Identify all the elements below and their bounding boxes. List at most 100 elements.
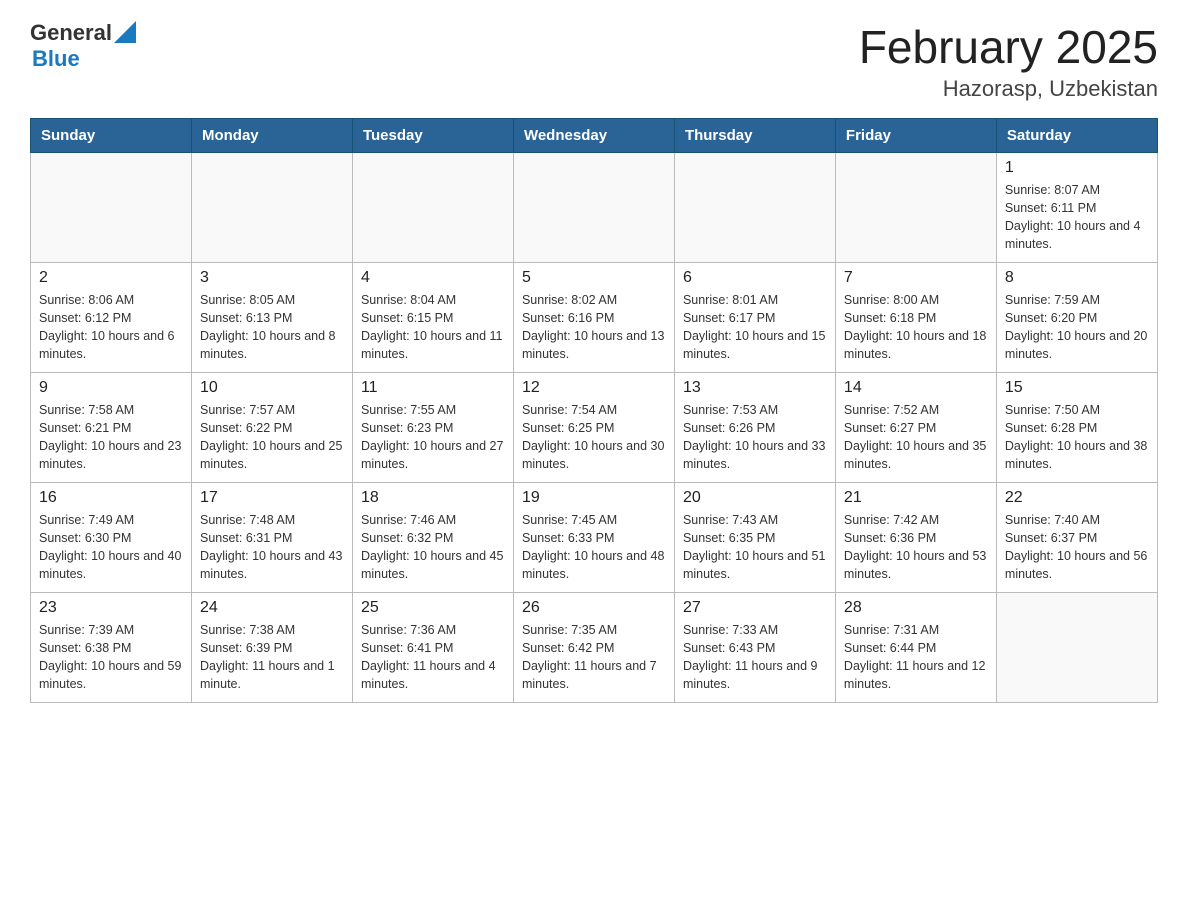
day-info: Sunrise: 8:05 AMSunset: 6:13 PMDaylight:… bbox=[200, 291, 344, 364]
day-info: Sunrise: 8:01 AMSunset: 6:17 PMDaylight:… bbox=[683, 291, 827, 364]
day-number: 16 bbox=[39, 489, 183, 507]
day-number: 15 bbox=[1005, 379, 1149, 397]
calendar-header-row: SundayMondayTuesdayWednesdayThursdayFrid… bbox=[31, 119, 1158, 153]
day-info: Sunrise: 7:31 AMSunset: 6:44 PMDaylight:… bbox=[844, 621, 988, 694]
calendar-cell: 28Sunrise: 7:31 AMSunset: 6:44 PMDayligh… bbox=[835, 593, 996, 703]
calendar-cell: 12 Sunrise: 7:54 AMSunset: 6:25 PMDayligh… bbox=[513, 373, 674, 483]
calendar-cell: 11 Sunrise: 7:55 AMSunset: 6:23 PMDayligh… bbox=[352, 373, 513, 483]
weekday-header-sunday: Sunday bbox=[31, 119, 192, 153]
day-number: 14 bbox=[844, 379, 988, 397]
day-number: 9 bbox=[39, 379, 183, 397]
calendar-week-row: 16 Sunrise: 7:49 AMSunset: 6:30 PMDayligh… bbox=[31, 483, 1158, 593]
day-number: 3 bbox=[200, 269, 344, 287]
day-info: Sunrise: 7:55 AMSunset: 6:23 PMDaylight:… bbox=[361, 401, 505, 474]
calendar-cell: 16 Sunrise: 7:49 AMSunset: 6:30 PMDayligh… bbox=[31, 483, 192, 593]
calendar-cell: 6 Sunrise: 8:01 AMSunset: 6:17 PMDaylight… bbox=[674, 263, 835, 373]
weekday-header-wednesday: Wednesday bbox=[513, 119, 674, 153]
calendar-cell: 21 Sunrise: 7:42 AMSunset: 6:36 PMDayligh… bbox=[835, 483, 996, 593]
calendar-cell: 22 Sunrise: 7:40 AMSunset: 6:37 PMDayligh… bbox=[996, 483, 1157, 593]
calendar-week-row: 2Sunrise: 8:06 AMSunset: 6:12 PMDaylight… bbox=[31, 263, 1158, 373]
day-info: Sunrise: 7:38 AMSunset: 6:39 PMDaylight:… bbox=[200, 621, 344, 694]
day-info: Sunrise: 8:00 AMSunset: 6:18 PMDaylight:… bbox=[844, 291, 988, 364]
day-number: 24 bbox=[200, 599, 344, 617]
calendar-cell: 2Sunrise: 8:06 AMSunset: 6:12 PMDaylight… bbox=[31, 263, 192, 373]
day-number: 11 bbox=[361, 379, 505, 397]
day-number: 25 bbox=[361, 599, 505, 617]
calendar-cell: 19 Sunrise: 7:45 AMSunset: 6:33 PMDayligh… bbox=[513, 483, 674, 593]
weekday-header-monday: Monday bbox=[191, 119, 352, 153]
day-number: 13 bbox=[683, 379, 827, 397]
weekday-header-friday: Friday bbox=[835, 119, 996, 153]
day-info: Sunrise: 7:48 AMSunset: 6:31 PMDaylight:… bbox=[200, 511, 344, 584]
month-title: February 2025 bbox=[859, 20, 1158, 74]
weekday-header-tuesday: Tuesday bbox=[352, 119, 513, 153]
day-number: 21 bbox=[844, 489, 988, 507]
calendar-cell: 15 Sunrise: 7:50 AMSunset: 6:28 PMDayligh… bbox=[996, 373, 1157, 483]
day-info: Sunrise: 7:59 AMSunset: 6:20 PMDaylight:… bbox=[1005, 291, 1149, 364]
weekday-header-thursday: Thursday bbox=[674, 119, 835, 153]
calendar-cell: 7 Sunrise: 8:00 AMSunset: 6:18 PMDaylight… bbox=[835, 263, 996, 373]
day-number: 7 bbox=[844, 269, 988, 287]
day-number: 6 bbox=[683, 269, 827, 287]
calendar-cell bbox=[674, 153, 835, 263]
calendar-cell: 10 Sunrise: 7:57 AMSunset: 6:22 PMDayligh… bbox=[191, 373, 352, 483]
logo-triangle-icon bbox=[114, 21, 136, 43]
day-info: Sunrise: 7:50 AMSunset: 6:28 PMDaylight:… bbox=[1005, 401, 1149, 474]
calendar-cell: 4 Sunrise: 8:04 AMSunset: 6:15 PMDaylight… bbox=[352, 263, 513, 373]
weekday-header-saturday: Saturday bbox=[996, 119, 1157, 153]
day-info: Sunrise: 8:06 AMSunset: 6:12 PMDaylight:… bbox=[39, 291, 183, 364]
calendar-week-row: 23 Sunrise: 7:39 AMSunset: 6:38 PMDayligh… bbox=[31, 593, 1158, 703]
day-info: Sunrise: 7:35 AMSunset: 6:42 PMDaylight:… bbox=[522, 621, 666, 694]
day-number: 1 bbox=[1005, 159, 1149, 177]
day-number: 18 bbox=[361, 489, 505, 507]
calendar-cell bbox=[31, 153, 192, 263]
calendar-cell: 5Sunrise: 8:02 AMSunset: 6:16 PMDaylight… bbox=[513, 263, 674, 373]
day-info: Sunrise: 8:04 AMSunset: 6:15 PMDaylight:… bbox=[361, 291, 505, 364]
day-info: Sunrise: 7:33 AMSunset: 6:43 PMDaylight:… bbox=[683, 621, 827, 694]
calendar-cell bbox=[191, 153, 352, 263]
day-info: Sunrise: 7:54 AMSunset: 6:25 PMDaylight:… bbox=[522, 401, 666, 474]
day-info: Sunrise: 7:40 AMSunset: 6:37 PMDaylight:… bbox=[1005, 511, 1149, 584]
day-info: Sunrise: 7:36 AMSunset: 6:41 PMDaylight:… bbox=[361, 621, 505, 694]
calendar-table: SundayMondayTuesdayWednesdayThursdayFrid… bbox=[30, 118, 1158, 703]
calendar-week-row: 1Sunrise: 8:07 AMSunset: 6:11 PMDaylight… bbox=[31, 153, 1158, 263]
calendar-cell bbox=[996, 593, 1157, 703]
day-number: 19 bbox=[522, 489, 666, 507]
day-number: 12 bbox=[522, 379, 666, 397]
day-info: Sunrise: 7:43 AMSunset: 6:35 PMDaylight:… bbox=[683, 511, 827, 584]
day-number: 20 bbox=[683, 489, 827, 507]
day-info: Sunrise: 7:49 AMSunset: 6:30 PMDaylight:… bbox=[39, 511, 183, 584]
calendar-cell bbox=[513, 153, 674, 263]
page-header: General Blue February 2025 Hazorasp, Uzb… bbox=[30, 20, 1158, 102]
calendar-cell: 26 Sunrise: 7:35 AMSunset: 6:42 PMDayligh… bbox=[513, 593, 674, 703]
day-info: Sunrise: 7:53 AMSunset: 6:26 PMDaylight:… bbox=[683, 401, 827, 474]
calendar-cell: 1Sunrise: 8:07 AMSunset: 6:11 PMDaylight… bbox=[996, 153, 1157, 263]
day-number: 27 bbox=[683, 599, 827, 617]
calendar-cell: 27 Sunrise: 7:33 AMSunset: 6:43 PMDayligh… bbox=[674, 593, 835, 703]
calendar-cell: 9Sunrise: 7:58 AMSunset: 6:21 PMDaylight… bbox=[31, 373, 192, 483]
calendar-cell bbox=[835, 153, 996, 263]
day-info: Sunrise: 7:39 AMSunset: 6:38 PMDaylight:… bbox=[39, 621, 183, 694]
day-info: Sunrise: 7:42 AMSunset: 6:36 PMDaylight:… bbox=[844, 511, 988, 584]
calendar-cell: 13 Sunrise: 7:53 AMSunset: 6:26 PMDayligh… bbox=[674, 373, 835, 483]
day-number: 22 bbox=[1005, 489, 1149, 507]
day-number: 4 bbox=[361, 269, 505, 287]
day-info: Sunrise: 7:57 AMSunset: 6:22 PMDaylight:… bbox=[200, 401, 344, 474]
logo-blue-text: Blue bbox=[32, 46, 80, 72]
day-info: Sunrise: 7:52 AMSunset: 6:27 PMDaylight:… bbox=[844, 401, 988, 474]
day-info: Sunrise: 8:02 AMSunset: 6:16 PMDaylight:… bbox=[522, 291, 666, 364]
day-info: Sunrise: 7:46 AMSunset: 6:32 PMDaylight:… bbox=[361, 511, 505, 584]
calendar-cell bbox=[352, 153, 513, 263]
calendar-cell: 23 Sunrise: 7:39 AMSunset: 6:38 PMDayligh… bbox=[31, 593, 192, 703]
calendar-cell: 8Sunrise: 7:59 AMSunset: 6:20 PMDaylight… bbox=[996, 263, 1157, 373]
day-number: 23 bbox=[39, 599, 183, 617]
day-number: 17 bbox=[200, 489, 344, 507]
day-number: 10 bbox=[200, 379, 344, 397]
day-info: Sunrise: 7:45 AMSunset: 6:33 PMDaylight:… bbox=[522, 511, 666, 584]
logo-general-text: General bbox=[30, 20, 112, 46]
day-number: 26 bbox=[522, 599, 666, 617]
calendar-cell: 24 Sunrise: 7:38 AMSunset: 6:39 PMDayligh… bbox=[191, 593, 352, 703]
calendar-cell: 3 Sunrise: 8:05 AMSunset: 6:13 PMDaylight… bbox=[191, 263, 352, 373]
calendar-cell: 17 Sunrise: 7:48 AMSunset: 6:31 PMDayligh… bbox=[191, 483, 352, 593]
calendar-week-row: 9Sunrise: 7:58 AMSunset: 6:21 PMDaylight… bbox=[31, 373, 1158, 483]
